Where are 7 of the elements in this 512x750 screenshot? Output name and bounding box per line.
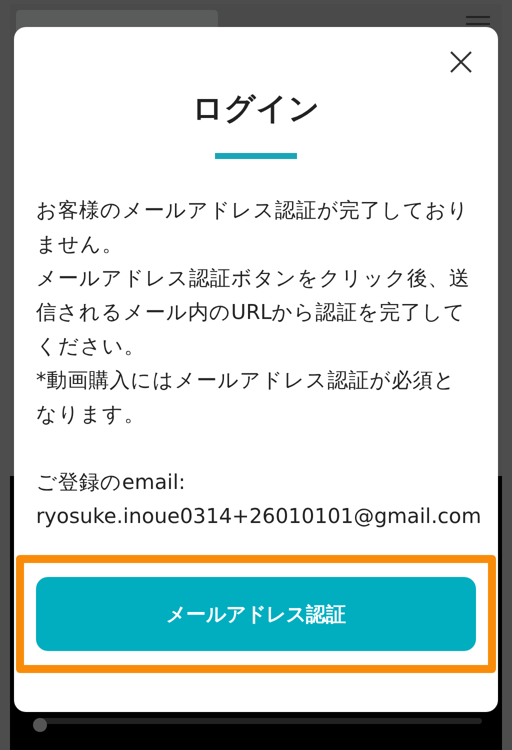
close-icon[interactable]	[450, 51, 472, 73]
message-text: お客様のメールアドレス認証が完了しておりません。	[36, 197, 470, 258]
message-text: *動画購入にはメールアドレス認証が必須となります。	[36, 367, 456, 428]
message-text: メールアドレス認証ボタンをクリック後、送信されるメール内のURLから認証を完了してください。	[36, 265, 471, 360]
verify-email-button[interactable]: メールアドレス認証	[36, 577, 476, 651]
dialog-title: ログイン	[192, 90, 320, 129]
email-label: ご登録のemail:	[36, 469, 186, 496]
